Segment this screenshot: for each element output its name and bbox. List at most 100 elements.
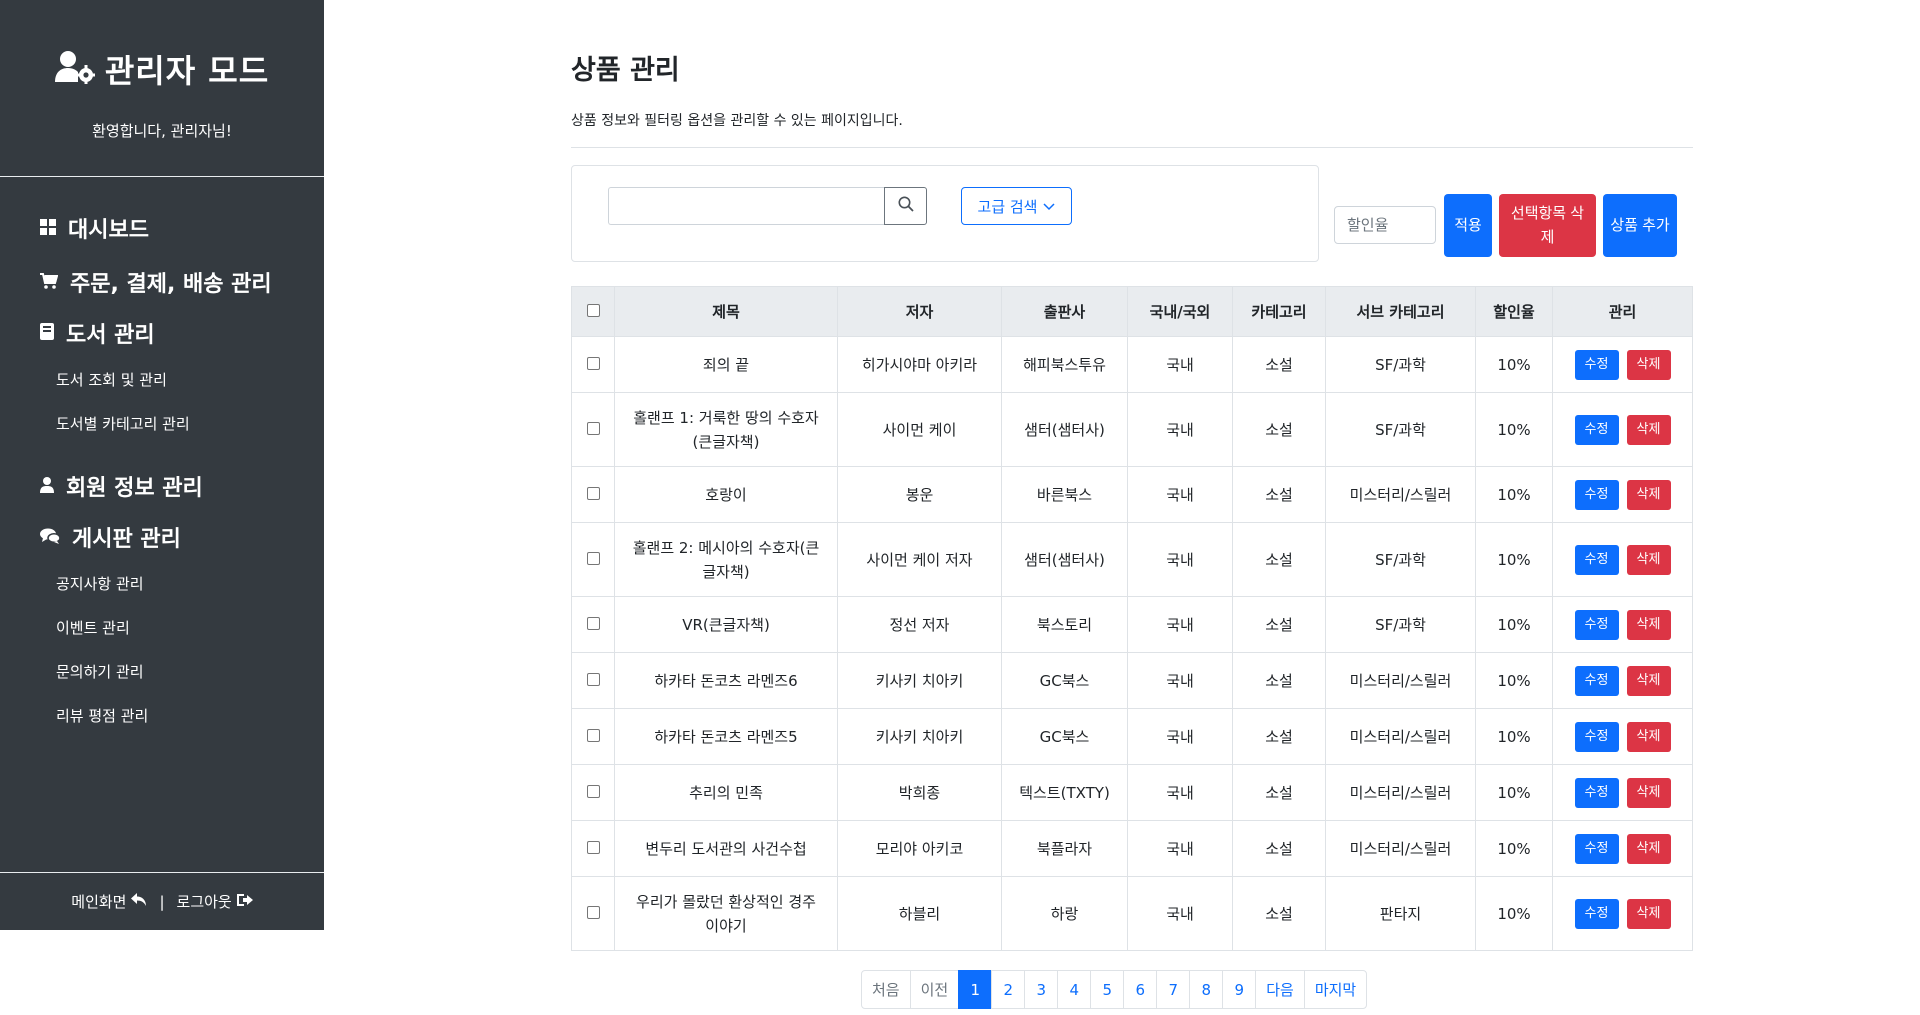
select-all-checkbox[interactable] — [586, 303, 600, 317]
delete-button[interactable]: 삭제 — [1626, 414, 1671, 445]
sidebar: 관리자 모드 환영합니다, 관리자님! 대시보드 주문, 결제, 배송 관리 도… — [0, 0, 324, 930]
edit-button[interactable]: 수정 — [1574, 777, 1619, 808]
cell-subcategory: 미스터리/스릴러 — [1325, 764, 1476, 821]
nav-boards-review[interactable]: 리뷰 평점 관리 — [0, 693, 324, 737]
cell-publisher: 텍스트(TXTY) — [1001, 764, 1128, 821]
edit-button[interactable]: 수정 — [1574, 414, 1619, 445]
sidebar-header: 관리자 모드 환영합니다, 관리자님! — [0, 0, 324, 177]
page-8[interactable]: 8 — [1189, 970, 1224, 1009]
cell-discount: 10% — [1475, 764, 1553, 821]
edit-button[interactable]: 수정 — [1574, 833, 1619, 864]
delete-button[interactable]: 삭제 — [1626, 544, 1671, 575]
page-next[interactable]: 다음 — [1255, 970, 1305, 1009]
delete-button[interactable]: 삭제 — [1626, 609, 1671, 640]
row-checkbox[interactable] — [586, 486, 600, 500]
row-checkbox[interactable] — [586, 672, 600, 686]
user-icon — [40, 474, 54, 499]
table-row: 변두리 도서관의 사건수첩 모리야 아키코 북플라자 국내 소설 미스터리/스릴… — [571, 820, 1693, 877]
cell-region: 국내 — [1127, 820, 1233, 877]
edit-button[interactable]: 수정 — [1574, 479, 1619, 510]
search-button[interactable] — [884, 187, 927, 225]
edit-button[interactable]: 수정 — [1574, 609, 1619, 640]
discount-input[interactable] — [1334, 206, 1436, 244]
row-checkbox[interactable] — [586, 551, 600, 565]
delete-button[interactable]: 삭제 — [1626, 665, 1671, 696]
nav-members[interactable]: 회원 정보 관리 — [0, 459, 324, 513]
nav-books[interactable]: 도서 관리 — [0, 309, 324, 357]
cell-discount: 10% — [1475, 876, 1553, 951]
edit-button[interactable]: 수정 — [1574, 898, 1619, 929]
cell-region: 국내 — [1127, 652, 1233, 709]
cell-category: 소설 — [1232, 596, 1326, 653]
header-discount: 할인율 — [1475, 286, 1553, 337]
main-page-link[interactable]: 메인화면 — [71, 891, 147, 912]
cell-publisher: 바른북스 — [1001, 466, 1128, 523]
delete-button[interactable]: 삭제 — [1626, 898, 1671, 929]
row-checkbox[interactable] — [586, 784, 600, 798]
page-4[interactable]: 4 — [1057, 970, 1092, 1009]
page-6[interactable]: 6 — [1123, 970, 1158, 1009]
nav-orders[interactable]: 주문, 결제, 배송 관리 — [0, 255, 324, 309]
nav-boards-notice[interactable]: 공지사항 관리 — [0, 561, 324, 605]
row-select-cell — [571, 336, 615, 393]
edit-button[interactable]: 수정 — [1574, 544, 1619, 575]
row-checkbox[interactable] — [586, 421, 600, 435]
cell-actions: 수정 삭제 — [1552, 522, 1693, 597]
delete-button[interactable]: 삭제 — [1626, 349, 1671, 380]
delete-selected-button[interactable]: 선택항목 삭제 — [1499, 194, 1596, 257]
nav-boards-inquiry[interactable]: 문의하기 관리 — [0, 649, 324, 693]
cell-category: 소설 — [1232, 820, 1326, 877]
page-3[interactable]: 3 — [1024, 970, 1059, 1009]
page-5[interactable]: 5 — [1090, 970, 1125, 1009]
search-input[interactable] — [608, 187, 885, 225]
logout-icon — [236, 893, 253, 911]
edit-button[interactable]: 수정 — [1574, 665, 1619, 696]
header-author: 저자 — [837, 286, 1002, 337]
cell-region: 국내 — [1127, 392, 1233, 467]
edit-button[interactable]: 수정 — [1574, 721, 1619, 752]
nav-boards-event[interactable]: 이벤트 관리 — [0, 605, 324, 649]
nav-books-category[interactable]: 도서별 카테고리 관리 — [0, 401, 324, 445]
delete-button[interactable]: 삭제 — [1626, 833, 1671, 864]
page-first[interactable]: 처음 — [861, 970, 911, 1009]
delete-button[interactable]: 삭제 — [1626, 479, 1671, 510]
add-product-button[interactable]: 상품 추가 — [1603, 194, 1677, 257]
row-checkbox[interactable] — [586, 728, 600, 742]
table-row: 하카타 돈코츠 라멘즈6 키사키 치아키 GC북스 국내 소설 미스터리/스릴러… — [571, 652, 1693, 709]
cell-region: 국내 — [1127, 708, 1233, 765]
header-category: 카테고리 — [1232, 286, 1326, 337]
row-checkbox[interactable] — [586, 356, 600, 370]
delete-button[interactable]: 삭제 — [1626, 777, 1671, 808]
cell-category: 소설 — [1232, 876, 1326, 951]
page-last[interactable]: 마지막 — [1303, 970, 1368, 1009]
table-body: 죄의 끝 히가시야마 아키라 해피북스투유 국내 소설 SF/과학 10% 수정… — [571, 336, 1693, 951]
cell-region: 국내 — [1127, 764, 1233, 821]
cell-publisher: 샘터(샘터사) — [1001, 392, 1128, 467]
row-select-cell — [571, 466, 615, 523]
page-prev[interactable]: 이전 — [909, 970, 960, 1009]
search-icon — [898, 196, 914, 216]
apply-button[interactable]: 적용 — [1444, 194, 1492, 257]
nav-books-manage[interactable]: 도서 조회 및 관리 — [0, 357, 324, 401]
row-checkbox[interactable] — [586, 616, 600, 630]
row-checkbox[interactable] — [586, 840, 600, 854]
cell-title: 죄의 끝 — [614, 336, 838, 393]
page-9[interactable]: 9 — [1222, 970, 1257, 1009]
page-1[interactable]: 1 — [958, 970, 993, 1009]
advanced-search-button[interactable]: 고급 검색 — [961, 187, 1072, 225]
cell-actions: 수정 삭제 — [1552, 764, 1693, 821]
edit-button[interactable]: 수정 — [1574, 349, 1619, 380]
table-row: 추리의 민족 박희종 텍스트(TXTY) 국내 소설 미스터리/스릴러 10% … — [571, 764, 1693, 821]
nav-dashboard[interactable]: 대시보드 — [0, 201, 324, 255]
page-2[interactable]: 2 — [991, 970, 1026, 1009]
table-row: 홀랜프 2: 메시아의 수호자(큰글자책) 사이먼 케이 저자 샘터(샘터사) … — [571, 522, 1693, 597]
row-checkbox[interactable] — [586, 905, 600, 919]
cell-publisher: 해피북스투유 — [1001, 336, 1128, 393]
logout-link[interactable]: 로그아웃 — [177, 891, 253, 912]
nav-orders-label: 주문, 결제, 배송 관리 — [70, 272, 272, 297]
delete-button[interactable]: 삭제 — [1626, 721, 1671, 752]
cell-discount: 10% — [1475, 708, 1553, 765]
nav-boards[interactable]: 게시판 관리 — [0, 513, 324, 561]
page-title: 상품 관리 — [571, 55, 680, 86]
page-7[interactable]: 7 — [1156, 970, 1191, 1009]
